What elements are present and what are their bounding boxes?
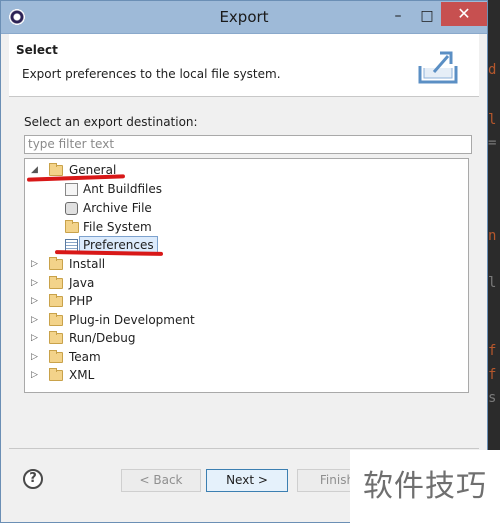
ide-code-fragment: n: [488, 228, 497, 244]
tree-item-label: File System: [83, 220, 152, 234]
expand-arrow-icon[interactable]: ▷: [31, 311, 41, 329]
close-button[interactable]: ✕: [441, 2, 487, 26]
next-button[interactable]: Next >: [206, 469, 288, 492]
title-bar[interactable]: Export – □ ✕: [1, 1, 487, 34]
tree-item-team[interactable]: ▷ Team: [31, 348, 191, 366]
ide-code-fragment: l: [488, 112, 497, 128]
folder-icon: [49, 313, 63, 326]
watermark-text: 软件技巧: [350, 450, 500, 523]
expand-arrow-icon[interactable]: ▷: [31, 274, 41, 292]
expand-arrow-icon[interactable]: ▷: [31, 348, 41, 366]
tree-item-label: XML: [69, 368, 95, 382]
folder-icon: [49, 368, 63, 381]
export-icon: [418, 51, 458, 84]
wizard-body: Select an export destination: type filte…: [9, 97, 479, 442]
export-dialog: Export – □ ✕ Select Export preferences t…: [0, 0, 488, 523]
tree-item-label: Team: [69, 350, 101, 364]
expand-arrow-icon[interactable]: ▷: [31, 292, 41, 310]
tree-item-archive-file[interactable]: Archive File: [65, 199, 225, 217]
footer-separator: [9, 448, 479, 449]
ide-code-fragment: f: [488, 367, 497, 383]
folder-icon: [49, 294, 63, 307]
back-button[interactable]: < Back: [121, 469, 201, 492]
help-icon[interactable]: ?: [23, 469, 43, 489]
ant-icon: [65, 183, 78, 196]
ide-code-fragment: d: [488, 62, 497, 78]
folder-icon: [49, 163, 63, 176]
tree-item-label: Install: [69, 257, 106, 271]
destination-label: Select an export destination:: [24, 115, 198, 129]
ide-code-fragment: s: [488, 390, 497, 406]
minimize-button[interactable]: –: [385, 5, 411, 27]
folder-icon: [65, 220, 79, 233]
tree-item-label: Ant Buildfiles: [83, 182, 162, 196]
tree-item-plugin-development[interactable]: ▷ Plug-in Development: [31, 311, 231, 329]
filter-input[interactable]: type filter text: [24, 135, 472, 154]
tree-item-file-system[interactable]: File System: [65, 218, 225, 236]
tree-item-label: Plug-in Development: [69, 313, 195, 327]
tree-item-label: PHP: [69, 294, 93, 308]
folder-icon: [49, 276, 63, 289]
tree-item-label: Run/Debug: [69, 331, 136, 345]
folder-icon: [49, 350, 63, 363]
tree-item-label: Java: [69, 276, 95, 290]
ide-code-fragment: =: [488, 135, 497, 151]
maximize-button[interactable]: □: [415, 5, 439, 27]
page-title: Select: [16, 43, 58, 57]
tree-item-install[interactable]: ▷ Install: [31, 255, 191, 273]
tree-item-php[interactable]: ▷ PHP: [31, 292, 191, 310]
folder-icon: [49, 257, 63, 270]
destination-tree[interactable]: ◢ General Ant Buildfiles Archive File Fi…: [24, 158, 469, 393]
archive-icon: [65, 202, 78, 215]
folder-icon: [49, 331, 63, 344]
wizard-header: Select Export preferences to the local f…: [9, 34, 479, 97]
expand-arrow-icon[interactable]: ▷: [31, 255, 41, 273]
tree-item-ant-buildfiles[interactable]: Ant Buildfiles: [65, 180, 225, 198]
ide-code-fragment: l: [488, 275, 497, 291]
tree-item-run-debug[interactable]: ▷ Run/Debug: [31, 329, 191, 347]
ide-code-fragment: f: [488, 343, 497, 359]
tree-item-label: Archive File: [83, 201, 152, 215]
expand-arrow-icon[interactable]: ▷: [31, 329, 41, 347]
tree-item-xml[interactable]: ▷ XML: [31, 366, 191, 384]
page-description: Export preferences to the local file sys…: [22, 67, 281, 81]
expand-arrow-icon[interactable]: ▷: [31, 366, 41, 384]
tree-item-java[interactable]: ▷ Java: [31, 274, 191, 292]
